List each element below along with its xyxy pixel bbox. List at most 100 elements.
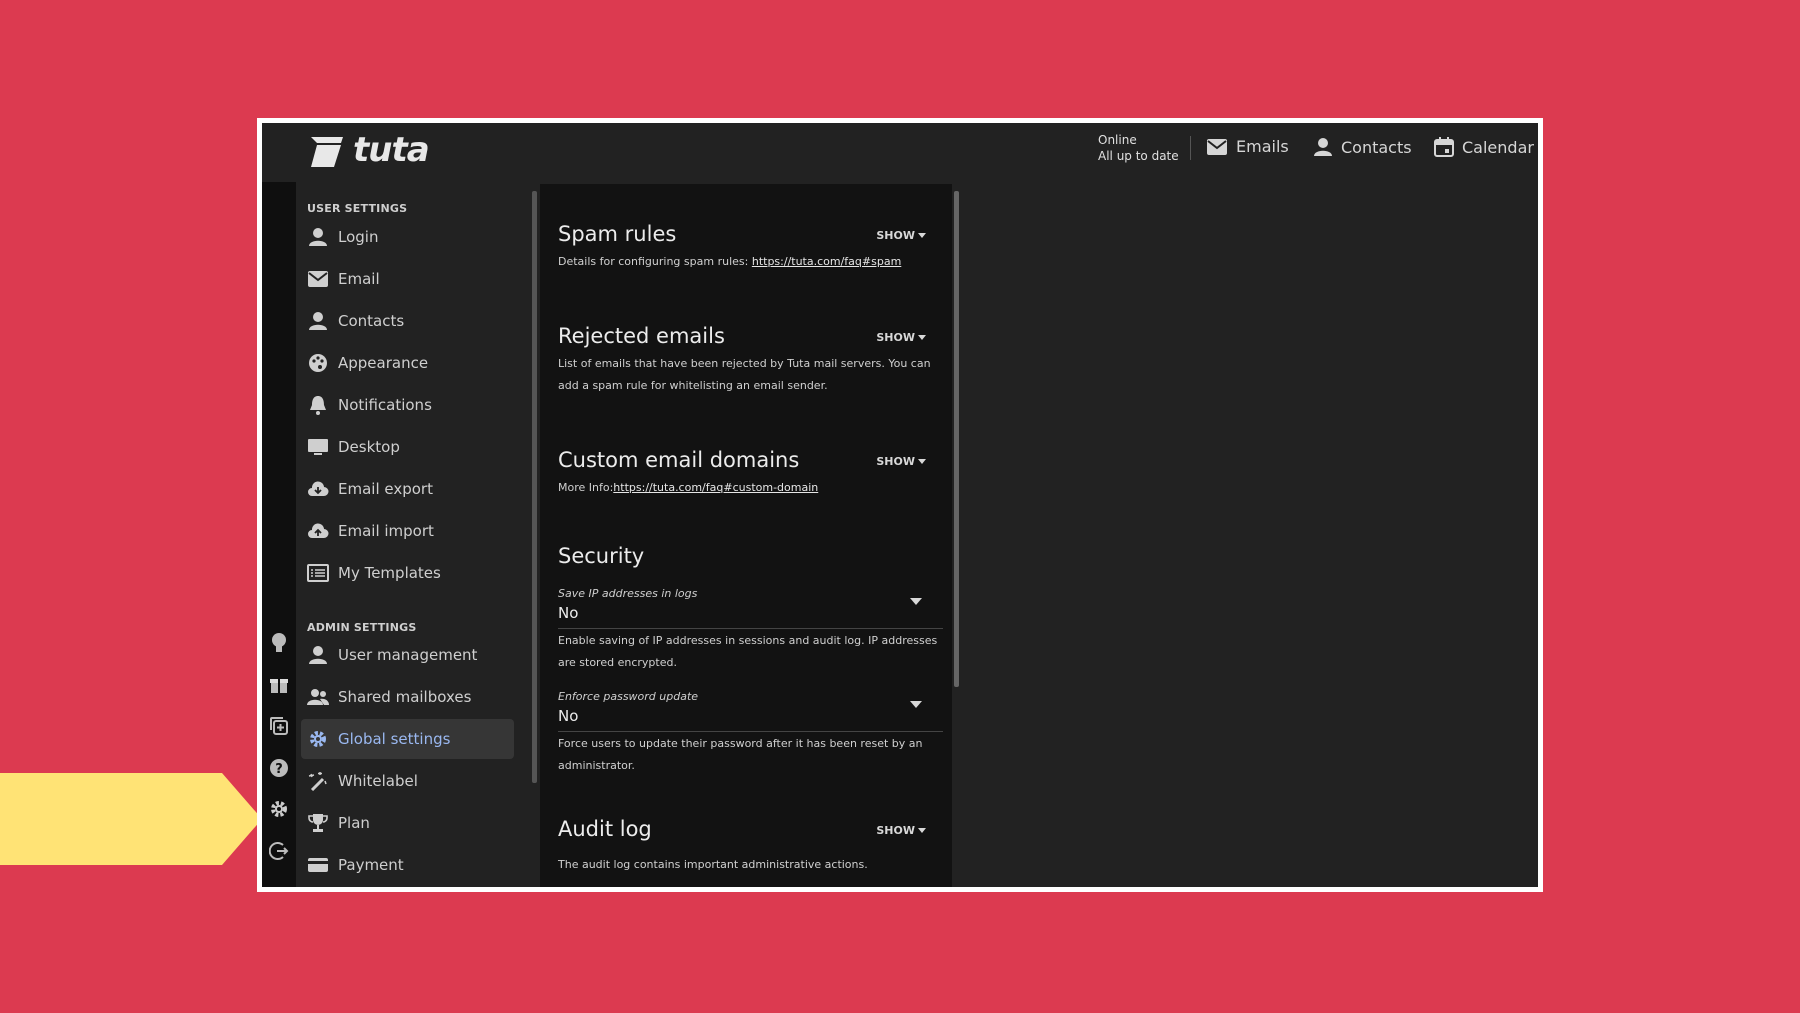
logout-icon[interactable] xyxy=(267,839,291,863)
mail-icon xyxy=(1207,138,1227,155)
sidebar-item-shared-mailboxes[interactable]: Shared mailboxes xyxy=(301,677,514,717)
admin-settings-heading: ADMIN SETTINGS xyxy=(307,621,417,634)
person-icon xyxy=(306,309,330,333)
nav-emails-label: Emails xyxy=(1236,137,1289,156)
gear-icon[interactable] xyxy=(267,797,291,821)
sidebar-item-label: Contacts xyxy=(338,312,405,330)
sidebar-item-global-settings[interactable]: Global settings xyxy=(301,719,514,759)
mail-icon xyxy=(306,267,330,291)
gear-icon xyxy=(306,727,330,751)
custom-domains-link[interactable]: https://tuta.com/faq#custom-domain xyxy=(613,481,818,494)
add-box-icon[interactable] xyxy=(267,714,291,738)
save-ip-label: Save IP addresses in logs xyxy=(558,587,698,600)
sidebar-item-payment[interactable]: Payment xyxy=(301,845,514,885)
sidebar-item-label: Payment xyxy=(338,856,404,874)
nav-contacts[interactable]: Contacts xyxy=(1313,137,1412,157)
spam-rules-show-button[interactable]: SHOW xyxy=(876,229,926,242)
sidebar-item-login[interactable]: Login xyxy=(301,217,514,257)
rejected-emails-title: Rejected emails xyxy=(558,324,725,348)
rejected-emails-desc: List of emails that have been rejected b… xyxy=(558,357,931,392)
sidebar-item-email-export[interactable]: Email export xyxy=(301,469,514,509)
gift-icon[interactable] xyxy=(267,672,291,696)
list-icon xyxy=(306,561,330,585)
sidebar-item-my-templates[interactable]: My Templates xyxy=(301,553,514,593)
caret-down-icon xyxy=(918,335,926,340)
show-label: SHOW xyxy=(876,229,915,242)
lightbulb-icon[interactable] xyxy=(267,631,291,655)
spam-rules-title: Spam rules xyxy=(558,222,677,246)
enforce-password-desc: Force users to update their password aft… xyxy=(558,737,923,772)
card-icon xyxy=(306,853,330,877)
sidebar-item-desktop[interactable]: Desktop xyxy=(301,427,514,467)
enforce-password-select[interactable]: No xyxy=(558,707,943,732)
sidebar-item-label: Login xyxy=(338,228,379,246)
sidebar-item-label: Whitelabel xyxy=(338,772,418,790)
svg-text:?: ? xyxy=(275,762,283,777)
pointer-arrow xyxy=(0,773,262,865)
sidebar-scrollbar[interactable] xyxy=(532,191,537,783)
nav-emails[interactable]: Emails xyxy=(1206,137,1289,156)
person-icon xyxy=(1314,138,1332,156)
user-settings-heading: USER SETTINGS xyxy=(307,202,408,215)
sidebar-item-user-management[interactable]: User management xyxy=(301,635,514,675)
panel-scrollbar[interactable] xyxy=(954,191,959,687)
header-divider xyxy=(1190,136,1191,160)
sidebar-item-label: Shared mailboxes xyxy=(338,688,472,706)
sidebar-item-notifications[interactable]: Notifications xyxy=(301,385,514,425)
sidebar-item-appearance[interactable]: Appearance xyxy=(301,343,514,383)
sidebar-item-label: My Templates xyxy=(338,564,441,582)
custom-domains-desc-text: More Info: xyxy=(558,481,614,494)
sidebar-item-plan[interactable]: Plan xyxy=(301,803,514,843)
sidebar-item-label: Email export xyxy=(338,480,433,498)
spam-rules-link[interactable]: https://tuta.com/faq#spam xyxy=(752,255,901,268)
save-ip-desc: Enable saving of IP addresses in session… xyxy=(558,634,938,669)
nav-calendar-label: Calendar xyxy=(1462,137,1534,157)
save-ip-select[interactable]: No xyxy=(558,604,943,629)
cloud-upload-icon xyxy=(306,519,330,543)
wand-icon xyxy=(306,769,330,793)
nav-calendar[interactable]: Calendar xyxy=(1434,137,1534,157)
help-icon[interactable]: ? xyxy=(267,756,291,780)
rejected-emails-show-button[interactable]: SHOW xyxy=(876,331,926,344)
caret-down-icon xyxy=(918,233,926,238)
icon-rail: ? xyxy=(262,182,296,887)
custom-domains-show-button[interactable]: SHOW xyxy=(876,455,926,468)
chevron-down-icon[interactable] xyxy=(910,598,922,605)
sidebar-item-label: Appearance xyxy=(338,354,429,372)
status-online: Online xyxy=(1098,133,1137,147)
trophy-icon xyxy=(306,811,330,835)
people-icon xyxy=(306,685,330,709)
sidebar-item-label: Notifications xyxy=(338,396,432,414)
monitor-icon xyxy=(306,435,330,459)
settings-panel: Spam rules SHOW Details for configuring … xyxy=(540,184,952,887)
sidebar-item-label: Email xyxy=(338,270,380,288)
show-label: SHOW xyxy=(876,331,915,344)
enforce-password-value: No xyxy=(558,707,579,725)
settings-sidebar: USER SETTINGS Login Email Contacts Appea… xyxy=(296,182,514,887)
sidebar-item-contacts[interactable]: Contacts xyxy=(301,301,514,341)
save-ip-value: No xyxy=(558,604,579,622)
sidebar-item-label: Desktop xyxy=(338,438,400,456)
sidebar-item-label: User management xyxy=(338,646,478,664)
sidebar-item-whitelabel[interactable]: Whitelabel xyxy=(301,761,514,801)
person-icon xyxy=(306,643,330,667)
bell-icon xyxy=(306,393,330,417)
chevron-down-icon[interactable] xyxy=(910,701,922,708)
audit-log-show-button[interactable]: SHOW xyxy=(876,824,926,837)
tuta-logo-icon xyxy=(311,137,343,167)
caret-down-icon xyxy=(918,828,926,833)
sidebar-item-label: Global settings xyxy=(338,730,451,748)
security-title: Security xyxy=(558,544,645,568)
tuta-logo[interactable]: tuta xyxy=(307,130,430,170)
enforce-password-label: Enforce password update xyxy=(558,690,699,703)
person-icon xyxy=(306,225,330,249)
sidebar-item-label: Email import xyxy=(338,522,434,540)
sidebar-item-email-import[interactable]: Email import xyxy=(301,511,514,551)
caret-down-icon xyxy=(918,459,926,464)
sidebar-item-email[interactable]: Email xyxy=(301,259,514,299)
spam-rules-desc-text: Details for configuring spam rules: xyxy=(558,255,752,268)
show-label: SHOW xyxy=(876,824,915,837)
show-label: SHOW xyxy=(876,455,915,468)
custom-domains-desc: More Info:https://tuta.com/faq#custom-do… xyxy=(558,477,938,499)
sync-status: Online All up to date xyxy=(1098,132,1179,164)
